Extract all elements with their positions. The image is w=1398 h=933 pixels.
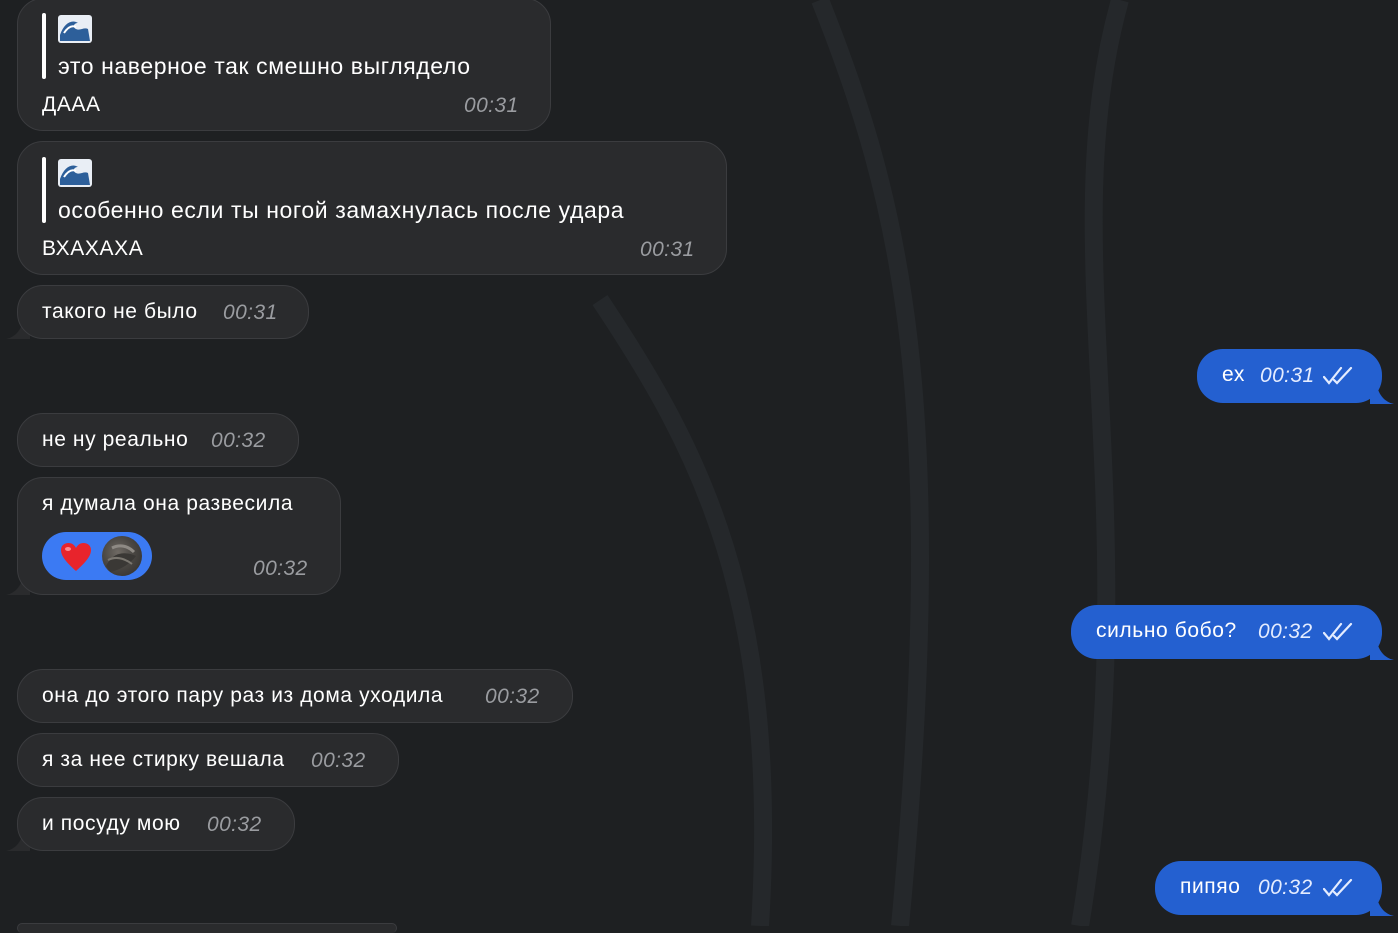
incoming-message-partial[interactable] (17, 923, 397, 933)
outgoing-message[interactable]: сильно бобо? 00:32 (1071, 605, 1382, 659)
outgoing-message[interactable]: пипяо 00:32 (1155, 861, 1382, 915)
message-time: 00:32 (1258, 876, 1313, 899)
incoming-message[interactable]: и посуду мою 00:32 (17, 797, 295, 851)
message-text: ВХАХАХА (42, 237, 144, 260)
reply-quote-bar (42, 13, 46, 79)
heart-icon (61, 543, 91, 571)
incoming-message[interactable]: не ну реально 00:32 (17, 413, 299, 467)
double-check-icon (1323, 622, 1353, 641)
reaction-pill[interactable] (42, 532, 152, 580)
double-check-icon (1323, 366, 1353, 385)
message-time: 00:32 (211, 429, 266, 452)
incoming-message[interactable]: я за нее стирку вешала 00:32 (17, 733, 399, 787)
message-text: и посуду мою (42, 812, 181, 835)
message-text: она до этого пару раз из дома уходила (42, 684, 444, 707)
wave-emoji-icon (58, 15, 92, 43)
message-text: я думала она развесила (42, 492, 294, 515)
incoming-message[interactable]: я думала она развесила 00:32 (17, 477, 341, 595)
reply-quote-text: особенно если ты ногой замахнулась после… (58, 197, 625, 223)
reply-quote-text: это наверное так смешно выглядело (58, 53, 471, 79)
reply-quote-bar (42, 157, 46, 223)
incoming-message[interactable]: она до этого пару раз из дома уходила 00… (17, 669, 573, 723)
avatar (102, 536, 142, 576)
message-text: я за нее стирку вешала (42, 748, 285, 771)
message-time: 00:31 (1260, 364, 1315, 387)
double-check-icon (1323, 878, 1353, 897)
incoming-message[interactable]: такого не было 00:31 (17, 285, 309, 339)
wave-emoji-icon (58, 159, 92, 187)
incoming-message[interactable]: особенно если ты ногой замахнулась после… (17, 141, 727, 275)
message-time: 00:31 (640, 238, 695, 261)
message-time: 00:31 (223, 301, 278, 324)
message-text: пипяо (1180, 875, 1241, 898)
message-text: ех (1222, 363, 1245, 386)
message-time: 00:32 (1258, 620, 1313, 643)
message-time: 00:32 (207, 813, 262, 836)
message-text: ДААА (42, 93, 101, 116)
message-text: сильно бобо? (1096, 619, 1237, 642)
incoming-message[interactable]: это наверное так смешно выглядело ДААА 0… (17, 0, 551, 131)
message-time: 00:32 (253, 557, 308, 580)
message-time: 00:31 (464, 94, 519, 117)
message-text: не ну реально (42, 428, 189, 451)
message-time: 00:32 (311, 749, 366, 772)
message-time: 00:32 (485, 685, 540, 708)
outgoing-message[interactable]: ех 00:31 (1197, 349, 1382, 403)
message-text: такого не было (42, 300, 198, 323)
